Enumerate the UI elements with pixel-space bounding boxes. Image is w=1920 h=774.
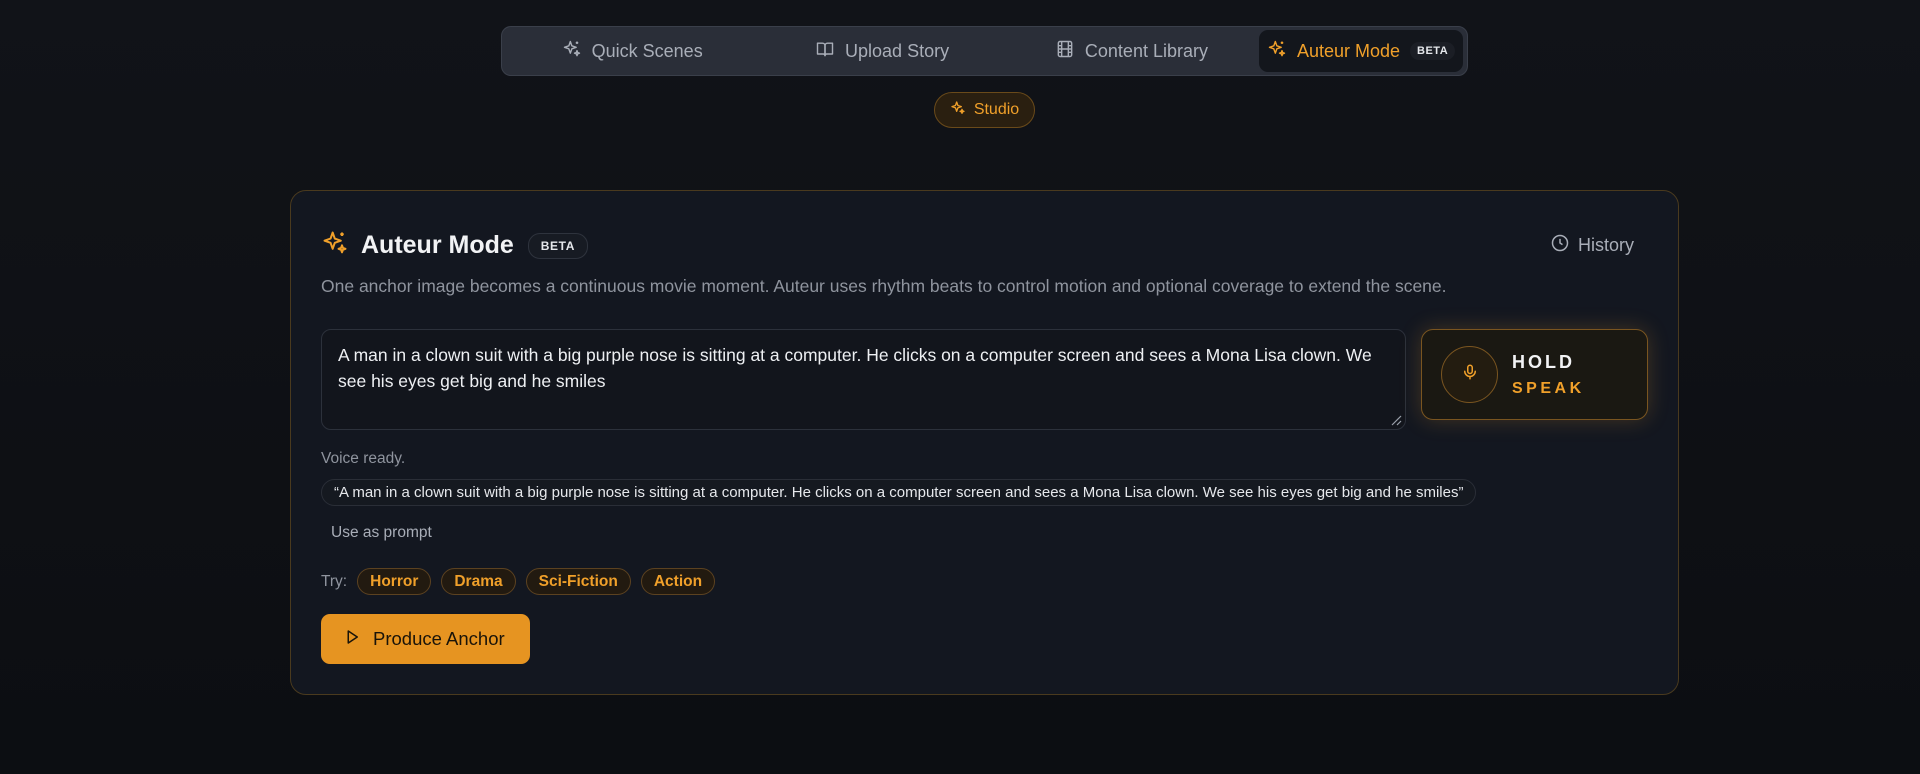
- sparkles-icon: [1267, 39, 1287, 64]
- tab-upload-story[interactable]: Upload Story: [758, 30, 1005, 72]
- tab-label: Content Library: [1084, 40, 1208, 61]
- tab-auteur-mode[interactable]: Auteur Mode BETA: [1259, 30, 1463, 72]
- history-label: History: [1577, 235, 1634, 255]
- hold-to-speak-button[interactable]: HOLD SPEAK: [1421, 329, 1648, 420]
- genre-chip-sci-fiction[interactable]: Sci-Fiction: [525, 568, 631, 595]
- description: One anchor image becomes a continuous mo…: [321, 276, 1447, 296]
- speak-label: SPEAK: [1512, 379, 1585, 397]
- genre-chip-action[interactable]: Action: [640, 568, 716, 595]
- tab-quick-scenes[interactable]: Quick Scenes: [506, 30, 758, 72]
- genre-chip-horror[interactable]: Horror: [357, 568, 432, 595]
- use-as-prompt-button[interactable]: Use as prompt: [331, 524, 432, 542]
- mode-tabs: Quick Scenes Upload Story Content Librar…: [501, 26, 1468, 76]
- sparkles-icon: [950, 100, 966, 121]
- book-icon: [815, 39, 835, 64]
- card-header: Auteur Mode BETA: [321, 229, 588, 262]
- tab-label: Quick Scenes: [591, 40, 703, 61]
- voice-status: Voice ready.: [321, 450, 406, 467]
- prompt-text: A man in a clown suit with a big purple …: [338, 345, 1372, 391]
- tab-label: Upload Story: [845, 40, 950, 61]
- auteur-card: Auteur Mode BETA History One anchor imag…: [290, 190, 1679, 695]
- microphone-icon: [1461, 363, 1479, 386]
- beta-badge: BETA: [1410, 42, 1456, 60]
- beta-badge: BETA: [527, 232, 588, 259]
- tab-content-library[interactable]: Content Library: [1006, 30, 1257, 72]
- prompt-textarea[interactable]: A man in a clown suit with a big purple …: [321, 329, 1406, 430]
- film-icon: [1055, 39, 1075, 64]
- genre-suggestions: Try: Horror Drama Sci-Fiction Action: [321, 568, 716, 595]
- studio-button[interactable]: Studio: [934, 92, 1035, 128]
- mic-icon-circle: [1441, 346, 1498, 403]
- clock-icon: [1550, 233, 1570, 258]
- hold-label: HOLD: [1512, 351, 1575, 372]
- resize-handle-icon[interactable]: [1390, 414, 1402, 426]
- produce-label: Produce Anchor: [373, 628, 505, 649]
- tab-label: Auteur Mode: [1296, 40, 1401, 61]
- genre-chip-drama[interactable]: Drama: [441, 568, 516, 595]
- produce-anchor-button[interactable]: Produce Anchor: [321, 614, 530, 664]
- studio-label: Studio: [973, 101, 1020, 118]
- play-icon: [343, 628, 361, 651]
- try-label: Try:: [321, 572, 348, 590]
- sparkles-icon: [562, 39, 582, 64]
- history-button[interactable]: History: [1550, 233, 1634, 258]
- hold-speak-label: HOLD SPEAK: [1512, 352, 1585, 398]
- page-title: Auteur Mode: [361, 231, 514, 259]
- transcript-pill: “A man in a clown suit with a big purple…: [321, 479, 1477, 506]
- sparkles-icon: [321, 229, 349, 262]
